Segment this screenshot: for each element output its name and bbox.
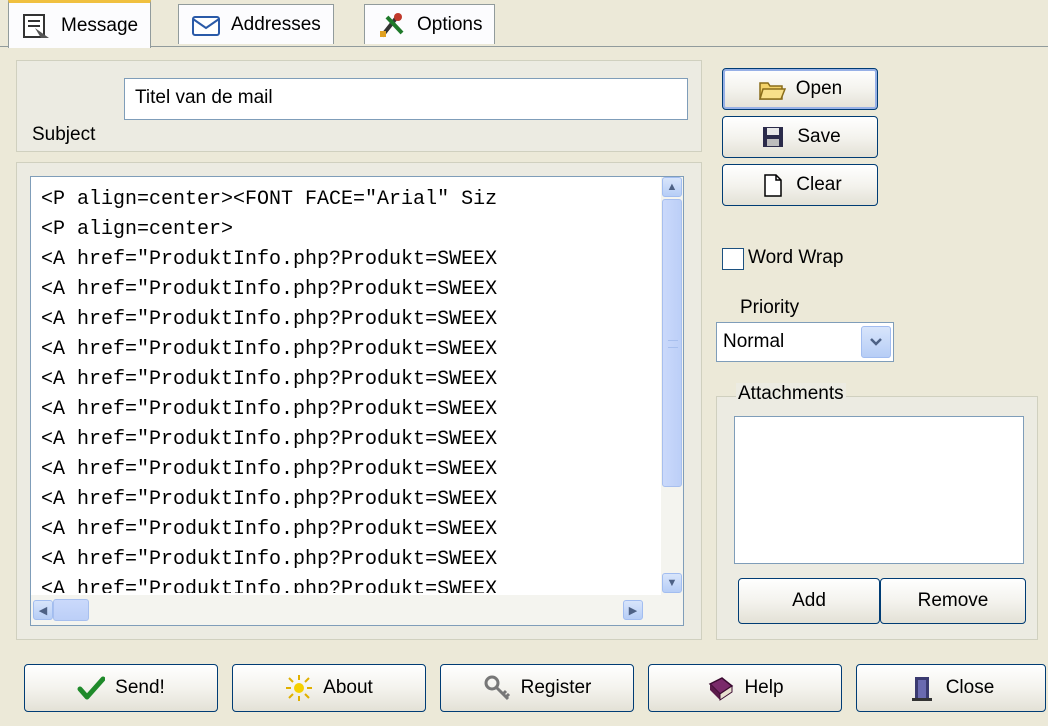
checkmark-icon (77, 676, 106, 700)
tab-label: Message (61, 14, 139, 36)
help-button[interactable]: Help (648, 664, 842, 712)
tools-icon (380, 12, 404, 37)
tab-options[interactable]: Options (364, 4, 496, 44)
priority-label: Priority (740, 297, 800, 318)
horizontal-scrollbar[interactable]: ◀ ▶ (31, 595, 683, 625)
tab-message[interactable]: Message (8, 0, 152, 48)
open-button[interactable]: Open (722, 68, 878, 110)
tab-strip: Message Addresses Options (0, 0, 1048, 48)
floppy-disk-icon (763, 127, 784, 147)
remove-attachment-button[interactable]: Remove (880, 578, 1026, 624)
scroll-up-button[interactable]: ▲ (662, 177, 682, 197)
envelope-icon (192, 15, 220, 36)
word-wrap-checkbox[interactable] (722, 248, 744, 270)
attachments-label: Attachments (736, 383, 846, 405)
tab-label: Options (417, 13, 483, 35)
message-icon (23, 13, 49, 38)
subject-label: Subject (32, 124, 96, 145)
vertical-scroll-thumb[interactable] (662, 199, 682, 487)
editor-line: <A href="ProduktInfo.php?Produkt=SWEEX (41, 308, 498, 331)
editor-line: <A href="ProduktInfo.php?Produkt=SWEEX (41, 278, 498, 301)
scroll-right-button[interactable]: ▶ (623, 600, 643, 620)
editor-line: <A href="ProduktInfo.php?Produkt=SWEEX (41, 578, 498, 593)
editor-line: <A href="ProduktInfo.php?Produkt=SWEEX (41, 248, 498, 271)
editor-line: <A href="ProduktInfo.php?Produkt=SWEEX (41, 398, 498, 421)
add-attachment-button[interactable]: Add (738, 578, 880, 624)
horizontal-scroll-thumb[interactable] (53, 599, 89, 621)
editor-line: <P align=center> (41, 218, 234, 241)
clear-button[interactable]: Clear (722, 164, 878, 206)
send-button[interactable]: Send! (24, 664, 218, 712)
editor-line: <A href="ProduktInfo.php?Produkt=SWEEX (41, 458, 498, 481)
folder-open-icon (758, 82, 786, 100)
vertical-scrollbar[interactable]: ▲ ▼ (661, 177, 683, 595)
scroll-left-button[interactable]: ◀ (33, 600, 53, 620)
editor-line: <A href="ProduktInfo.php?Produkt=SWEEX (41, 428, 498, 451)
key-icon (484, 675, 510, 701)
word-wrap-label: Word Wrap (748, 247, 844, 268)
tab-addresses[interactable]: Addresses (178, 4, 334, 44)
attachments-list[interactable] (734, 416, 1024, 564)
editor-line: <A href="ProduktInfo.php?Produkt=SWEEX (41, 488, 498, 511)
register-button[interactable]: Register (440, 664, 634, 712)
close-button[interactable]: Close (856, 664, 1046, 712)
sun-icon (286, 675, 313, 701)
editor-line: <P align=center><FONT FACE="Arial" Siz (41, 188, 498, 211)
book-icon (709, 677, 734, 701)
editor-text[interactable]: <P align=center><FONT FACE="Arial" Siz <P… (41, 185, 655, 593)
priority-select[interactable]: Normal (716, 322, 894, 362)
editor-line: <A href="ProduktInfo.php?Produkt=SWEEX (41, 368, 498, 391)
chevron-down-icon[interactable] (861, 326, 891, 358)
scroll-down-button[interactable]: ▼ (662, 573, 682, 593)
tab-divider (0, 46, 1048, 47)
subject-input[interactable]: Titel van de mail (124, 78, 688, 120)
editor-line: <A href="ProduktInfo.php?Produkt=SWEEX (41, 338, 498, 361)
editor-line: <A href="ProduktInfo.php?Produkt=SWEEX (41, 548, 498, 571)
priority-value: Normal (723, 331, 785, 352)
tab-label: Addresses (231, 13, 321, 35)
blank-page-icon (764, 174, 783, 197)
about-button[interactable]: About (232, 664, 426, 712)
html-editor[interactable]: <P align=center><FONT FACE="Arial" Siz <P… (30, 176, 684, 626)
editor-line: <A href="ProduktInfo.php?Produkt=SWEEX (41, 518, 498, 541)
save-button[interactable]: Save (722, 116, 878, 158)
exit-door-icon (911, 677, 932, 701)
